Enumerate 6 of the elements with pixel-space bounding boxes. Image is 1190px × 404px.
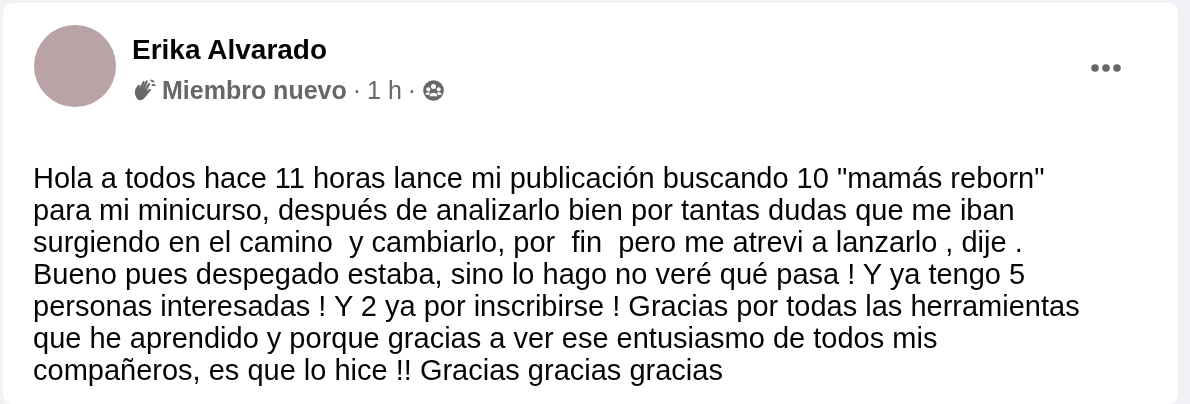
post-time[interactable]: 1 h	[367, 75, 402, 105]
separator-dot: ·	[352, 75, 362, 105]
separator-dot: ·	[407, 75, 417, 105]
post-text: Hola a todos hace 11 horas lance mi publicación buscando 10 "mamás reborn" para mi minicurso, después de analizarlo bien por tantas dudas que me iban surgiendo en el camino y cambiarlo, por fin pero me atrevi a lanzarlo , dije . Bueno pues despegado estaba, sino lo hago no veré qué pasa ! Y ya tengo 5 personas interesadas ! Y 2 ya por inscribirse ! Gracias por todas las herramientas que he aprendido y porque gracias a ver ese entusiasmo de todos mis compañeros, es que lo hice !! Gracias gracias gracias	[33, 162, 1081, 386]
author-name[interactable]: Erika Alvarado	[132, 33, 1090, 67]
member-badge-text[interactable]: Miembro nuevo	[162, 75, 347, 105]
